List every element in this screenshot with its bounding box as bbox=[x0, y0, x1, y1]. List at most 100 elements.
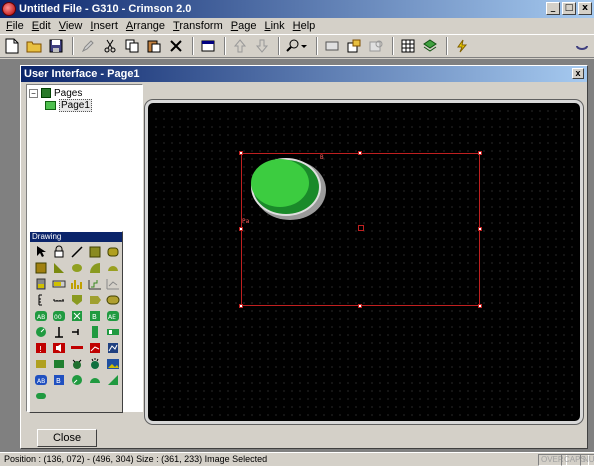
gauge-icon[interactable] bbox=[69, 372, 85, 388]
x-button-icon[interactable] bbox=[69, 308, 85, 324]
green-block-icon[interactable] bbox=[51, 356, 67, 372]
angle-icon[interactable] bbox=[105, 372, 121, 388]
arrow-up-icon[interactable] bbox=[230, 36, 250, 56]
menu-view[interactable]: View bbox=[55, 20, 87, 32]
bar-h-icon[interactable] bbox=[51, 276, 67, 292]
quarter-circle-icon[interactable] bbox=[87, 260, 103, 276]
ab-button-icon[interactable]: AB bbox=[33, 308, 49, 324]
new-file-icon[interactable] bbox=[2, 36, 22, 56]
tag-icon[interactable] bbox=[87, 292, 103, 308]
grid-icon[interactable] bbox=[398, 36, 418, 56]
beacon-icon[interactable] bbox=[87, 356, 103, 372]
resize-handle[interactable] bbox=[358, 151, 362, 155]
status-text: Position : (136, 072) - (496, 304) Size … bbox=[4, 454, 268, 464]
open-folder-icon[interactable] bbox=[24, 36, 44, 56]
center-handle[interactable] bbox=[358, 225, 364, 231]
lock-icon[interactable] bbox=[51, 244, 67, 260]
menu-file[interactable]: File bbox=[2, 20, 28, 32]
resize-handle[interactable] bbox=[239, 227, 243, 231]
semi-gauge-icon[interactable] bbox=[87, 372, 103, 388]
capsule-icon[interactable] bbox=[33, 388, 49, 404]
speaker-icon[interactable] bbox=[51, 340, 67, 356]
arrow-down-icon[interactable] bbox=[252, 36, 272, 56]
vertical-slider-icon[interactable] bbox=[87, 324, 103, 340]
tee-icon[interactable] bbox=[51, 324, 67, 340]
step-chart-icon[interactable] bbox=[87, 276, 103, 292]
app-icon[interactable] bbox=[2, 2, 16, 16]
tank-icon[interactable] bbox=[33, 276, 49, 292]
horiz-scale-icon[interactable] bbox=[51, 292, 67, 308]
toolbar-separator bbox=[316, 37, 318, 55]
tree-node-page1[interactable]: Page1 bbox=[45, 98, 92, 112]
tree-collapse-toggle[interactable]: − bbox=[29, 88, 38, 98]
line-icon[interactable] bbox=[69, 244, 85, 260]
end-icon[interactable] bbox=[572, 36, 592, 56]
lamp-icon[interactable] bbox=[69, 356, 85, 372]
ellipse-icon[interactable] bbox=[69, 260, 85, 276]
select-arrow-icon[interactable] bbox=[33, 244, 49, 260]
beveled-rect-icon[interactable] bbox=[33, 260, 49, 276]
horizontal-slider-icon[interactable] bbox=[105, 324, 121, 340]
menu-link[interactable]: Link bbox=[260, 20, 288, 32]
mdi-area: User Interface - Page1 x − Pages Page1 D… bbox=[0, 59, 594, 452]
shield-icon[interactable] bbox=[69, 292, 85, 308]
save-icon[interactable] bbox=[46, 36, 66, 56]
connector-icon[interactable] bbox=[69, 324, 85, 340]
ae-button-icon[interactable]: AE bbox=[105, 308, 121, 324]
half-circle-icon[interactable] bbox=[105, 260, 121, 276]
tree-node-pages[interactable]: − Pages bbox=[29, 87, 82, 99]
status-num: NU bbox=[580, 454, 594, 466]
triangle-icon[interactable] bbox=[51, 260, 67, 276]
design-canvas[interactable]: Pa B bbox=[152, 107, 576, 417]
image-icon[interactable] bbox=[105, 356, 121, 372]
child-close-button[interactable]: x bbox=[572, 68, 584, 79]
close-button[interactable]: Close bbox=[37, 429, 97, 447]
minimize-button[interactable]: _ bbox=[546, 2, 560, 15]
dash-icon[interactable] bbox=[69, 340, 85, 356]
resize-handle[interactable] bbox=[239, 151, 243, 155]
menu-page[interactable]: Page bbox=[227, 20, 261, 32]
alarm-icon[interactable]: ! bbox=[33, 340, 49, 356]
menu-edit[interactable]: Edit bbox=[28, 20, 55, 32]
graph-icon[interactable] bbox=[105, 340, 121, 356]
palette-title: Drawing bbox=[30, 232, 122, 242]
selection-rectangle[interactable]: Pa B bbox=[239, 151, 482, 308]
paste-icon[interactable] bbox=[144, 36, 164, 56]
resize-handle[interactable] bbox=[358, 304, 362, 308]
resize-handle[interactable] bbox=[478, 304, 482, 308]
pill-icon[interactable] bbox=[105, 292, 121, 308]
delete-icon[interactable] bbox=[166, 36, 186, 56]
menu-help[interactable]: Help bbox=[289, 20, 320, 32]
lightning-icon[interactable] bbox=[452, 36, 472, 56]
maximize-button[interactable]: □ bbox=[562, 2, 576, 15]
refresh-icon[interactable] bbox=[366, 36, 386, 56]
toolbar-separator bbox=[446, 37, 448, 55]
zoom-icon[interactable] bbox=[284, 36, 310, 56]
knob-icon[interactable] bbox=[33, 324, 49, 340]
rectangle-icon[interactable] bbox=[87, 244, 103, 260]
00-button-icon[interactable]: 00 bbox=[51, 308, 67, 324]
layers-icon[interactable] bbox=[420, 36, 440, 56]
vert-scale-icon[interactable] bbox=[33, 292, 49, 308]
ab-blue-icon[interactable]: AB bbox=[33, 372, 49, 388]
resize-handle[interactable] bbox=[478, 227, 482, 231]
b-button-icon[interactable]: B bbox=[87, 308, 103, 324]
menu-insert[interactable]: Insert bbox=[86, 20, 122, 32]
cut-icon[interactable] bbox=[100, 36, 120, 56]
pen-icon[interactable] bbox=[78, 36, 98, 56]
page-icon[interactable] bbox=[322, 36, 342, 56]
bar-chart-icon[interactable] bbox=[69, 276, 85, 292]
rounded-rect-icon[interactable] bbox=[105, 244, 121, 260]
menu-transform[interactable]: Transform bbox=[169, 20, 227, 32]
export-icon[interactable] bbox=[344, 36, 364, 56]
b-blue-icon[interactable]: B bbox=[51, 372, 67, 388]
resize-handle[interactable] bbox=[239, 304, 243, 308]
resize-handle[interactable] bbox=[478, 151, 482, 155]
copy-icon[interactable] bbox=[122, 36, 142, 56]
close-app-button[interactable]: x bbox=[578, 2, 592, 15]
trend-icon[interactable] bbox=[87, 340, 103, 356]
menu-arrange[interactable]: Arrange bbox=[122, 20, 169, 32]
properties-icon[interactable] bbox=[198, 36, 218, 56]
yellow-block-icon[interactable] bbox=[33, 356, 49, 372]
scatter-icon[interactable] bbox=[105, 276, 121, 292]
